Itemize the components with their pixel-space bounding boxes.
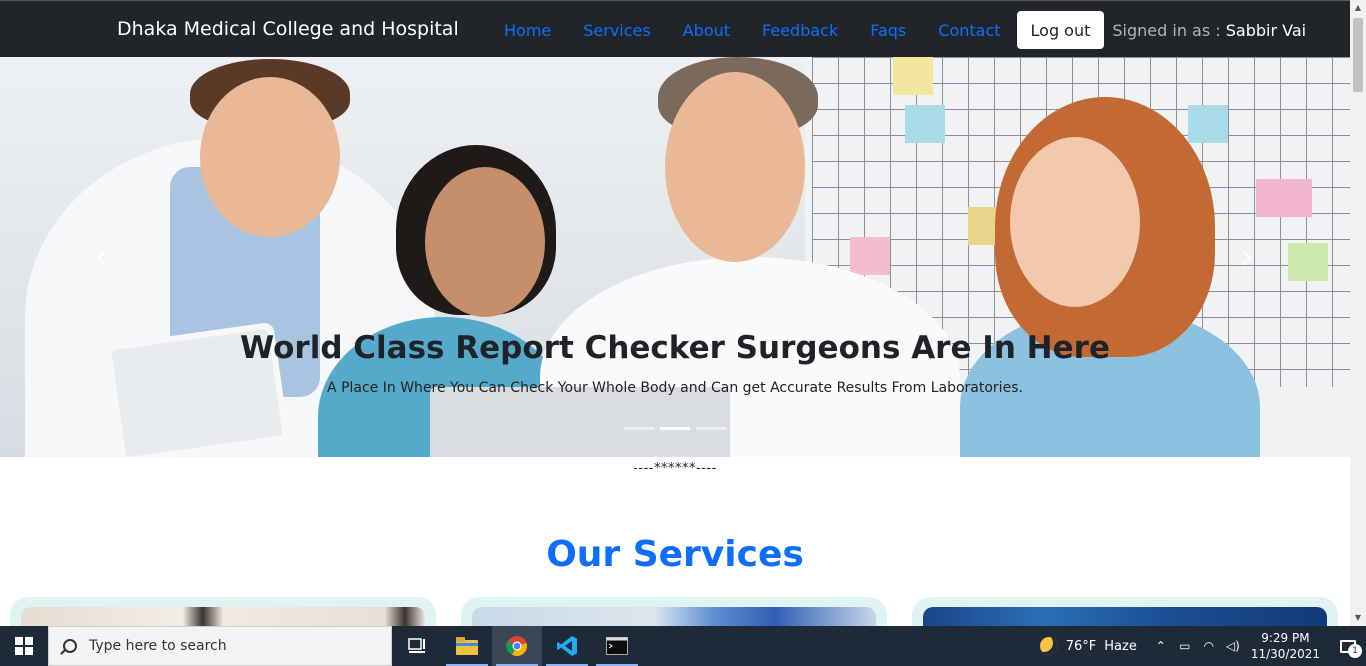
weather-temp: 76°F	[1065, 638, 1097, 654]
hero-subtitle: A Place In Where You Can Check Your Whol…	[327, 380, 1023, 396]
nav-link-services[interactable]: Services	[567, 21, 666, 40]
carousel-indicator[interactable]	[696, 427, 726, 430]
windows-taskbar: Type here to search 76°F Haze ⌃ ▭ ◠ ◁) 9…	[0, 626, 1366, 666]
service-card-image	[21, 607, 425, 626]
carousel-indicators	[624, 427, 726, 430]
nurse-head	[425, 167, 545, 317]
sticky-note	[1188, 105, 1228, 143]
task-view-button[interactable]	[392, 626, 442, 666]
service-card[interactable]	[912, 597, 1338, 626]
taskbar-clock[interactable]: 9:29 PM 11/30/2021	[1251, 630, 1320, 662]
nav-links: Home Services About Feedback Faqs Contac…	[488, 11, 1306, 49]
wifi-icon[interactable]: ◠	[1197, 639, 1221, 653]
chrome-button[interactable]	[492, 626, 542, 666]
volume-icon[interactable]: ◁)	[1221, 639, 1245, 653]
signed-in-status: Signed in as : Sabbir Vai	[1112, 21, 1306, 40]
carousel-indicator-active[interactable]	[660, 427, 690, 430]
hero-title: World Class Report Checker Surgeons Are …	[240, 330, 1110, 366]
chevron-up-icon[interactable]: ⌃	[1149, 639, 1173, 653]
nav-link-faqs[interactable]: Faqs	[854, 21, 922, 40]
service-card-image	[923, 607, 1327, 626]
vscode-button[interactable]	[542, 626, 592, 666]
nav-link-home[interactable]: Home	[488, 21, 567, 40]
notification-center-button[interactable]: 1	[1330, 626, 1366, 666]
nav-link-feedback[interactable]: Feedback	[746, 21, 854, 40]
sticky-note	[1256, 179, 1312, 217]
weather-desc: Haze	[1104, 638, 1137, 654]
sticky-note	[850, 237, 890, 275]
notification-badge: 1	[1348, 644, 1362, 658]
weather-widget[interactable]: 76°F Haze	[1039, 637, 1137, 655]
moon-icon	[1039, 637, 1058, 655]
surgeon-head	[665, 72, 805, 262]
carousel-indicator[interactable]	[624, 427, 654, 430]
brand-title[interactable]: Dhaka Medical College and Hospital	[117, 18, 459, 40]
system-tray: 76°F Haze ⌃ ▭ ◠ ◁) 9:29 PM 11/30/2021 1	[1039, 626, 1366, 666]
task-view-icon	[408, 638, 425, 653]
terminal-icon	[606, 637, 628, 655]
services-section-title: Our Services	[546, 534, 804, 575]
page-scrollbar[interactable]: ▲ ▼	[1350, 0, 1366, 626]
scroll-down-icon[interactable]: ▼	[1350, 610, 1366, 626]
signed-in-label: Signed in as :	[1112, 20, 1221, 40]
search-icon	[63, 639, 77, 653]
terminal-button[interactable]	[592, 626, 642, 666]
doctor-head	[200, 77, 340, 237]
nav-link-contact[interactable]: Contact	[922, 21, 1016, 40]
chrome-icon	[506, 636, 527, 657]
sticky-note	[968, 207, 996, 245]
taskbar-search-placeholder: Type here to search	[89, 638, 227, 654]
resident-head	[1010, 137, 1140, 307]
start-button[interactable]	[0, 626, 48, 666]
sticky-note	[1288, 243, 1328, 281]
scroll-up-icon[interactable]: ▲	[1350, 0, 1366, 16]
sticky-note	[905, 105, 945, 143]
clock-date: 11/30/2021	[1250, 647, 1320, 661]
taskbar-search-box[interactable]: Type here to search	[48, 626, 392, 666]
section-divider: ----******----	[633, 461, 717, 476]
service-card[interactable]	[10, 597, 436, 626]
navbar: Dhaka Medical College and Hospital Home …	[0, 0, 1350, 57]
signed-in-user: Sabbir Vai	[1225, 20, 1307, 40]
laptop-device	[430, 387, 730, 457]
folder-icon	[456, 637, 478, 655]
carousel-next-icon[interactable]: ›	[1232, 237, 1262, 277]
vscode-icon	[557, 636, 577, 656]
browser-viewport: Dhaka Medical College and Hospital Home …	[0, 0, 1350, 626]
sticky-note	[893, 57, 933, 95]
scroll-thumb[interactable]	[1353, 18, 1363, 92]
hero-carousel: ‹ › World Class Report Checker Surgeons …	[0, 57, 1350, 457]
service-card-image	[472, 607, 876, 626]
file-explorer-button[interactable]	[442, 626, 492, 666]
clock-time: 9:29 PM	[1261, 631, 1310, 645]
logout-button[interactable]: Log out	[1016, 11, 1105, 49]
battery-icon[interactable]: ▭	[1173, 639, 1197, 653]
service-card[interactable]	[461, 597, 887, 626]
nav-link-about[interactable]: About	[667, 21, 746, 40]
carousel-prev-icon[interactable]: ‹	[86, 237, 116, 277]
windows-logo-icon	[15, 637, 33, 655]
